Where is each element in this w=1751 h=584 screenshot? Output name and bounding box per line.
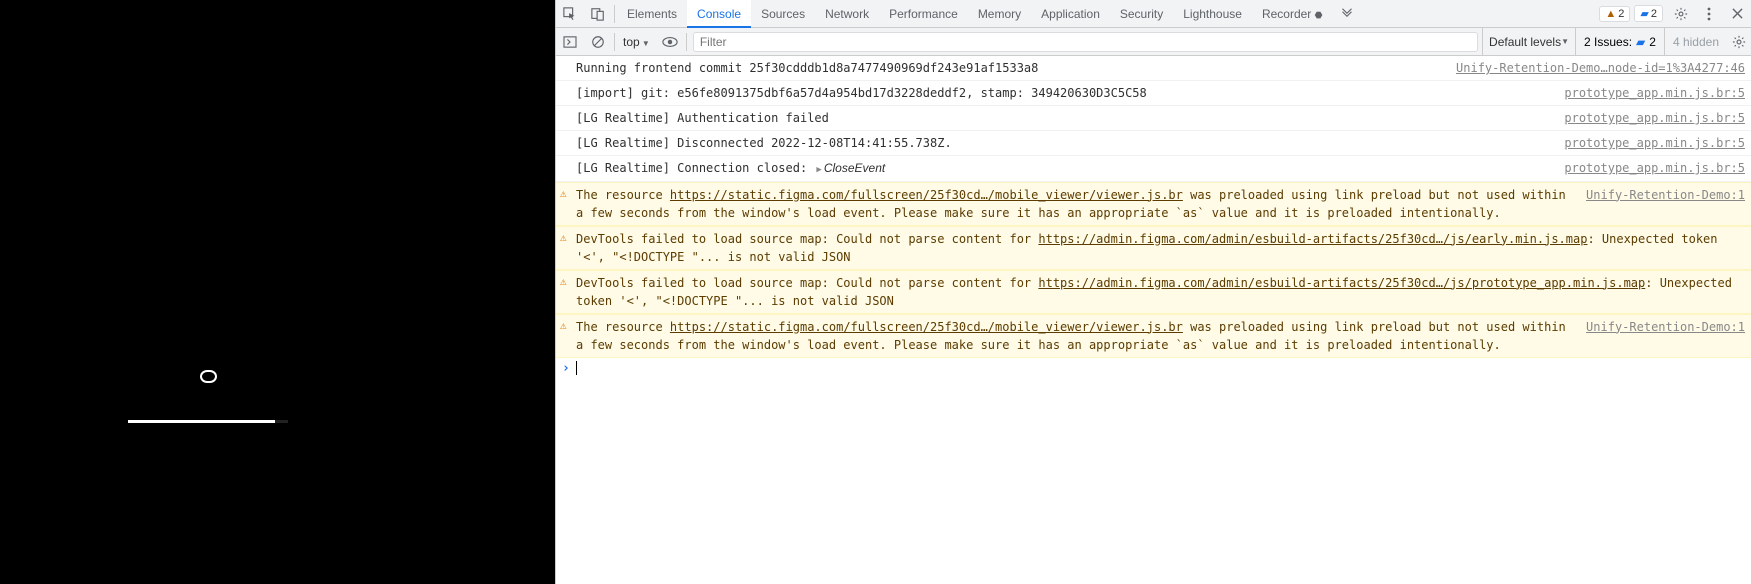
log-message: [import] git: e56fe8091375dbf6a57d4a954b… [576,84,1564,102]
close-event-object[interactable]: CloseEvent [824,161,885,175]
log-message: DevTools failed to load source map: Coul… [576,230,1745,266]
tab-sources[interactable]: Sources [751,0,815,28]
text-cursor [576,361,577,375]
settings-gear-icon[interactable] [1667,0,1695,28]
log-message: DevTools failed to load source map: Coul… [576,274,1745,310]
tab-network[interactable]: Network [815,0,879,28]
tab-memory[interactable]: Memory [968,0,1031,28]
filter-input[interactable] [693,32,1478,52]
live-expression-icon[interactable] [656,28,684,56]
tab-performance[interactable]: Performance [879,0,968,28]
console-prompt[interactable] [556,358,1751,379]
inspect-element-icon[interactable] [556,0,584,28]
info-badge[interactable]: ▰ 2 [1634,5,1663,22]
log-message: [LG Realtime] Authentication failed [576,109,1564,127]
log-link[interactable]: https://admin.figma.com/admin/esbuild-ar… [1038,232,1587,246]
expand-triangle-icon[interactable]: ▶ [816,165,821,175]
kebab-menu-icon[interactable] [1695,0,1723,28]
log-message: [LG Realtime] Disconnected 2022-12-08T14… [576,134,1564,152]
log-source-link[interactable]: Unify-Retention-Demo:1 [1586,318,1745,354]
log-source-link[interactable]: Unify-Retention-Demo:1 [1586,186,1745,222]
loading-progress-fill [128,420,275,423]
log-message: The resource https://static.figma.com/fu… [576,318,1586,354]
log-link[interactable]: https://admin.figma.com/admin/esbuild-ar… [1038,276,1645,290]
divider [614,5,615,23]
device-toolbar-icon[interactable] [584,0,612,28]
tab-lighthouse[interactable]: Lighthouse [1173,0,1252,28]
more-tabs-icon[interactable] [1333,0,1361,28]
warnings-count: 2 [1618,8,1624,20]
info-icon: ▰ [1640,7,1648,20]
log-text: DevTools failed to load source map: Coul… [576,232,1038,246]
issues-icon: ▰ [1636,35,1645,49]
log-row: [LG Realtime] Authentication failed prot… [556,106,1751,131]
close-devtools-icon[interactable] [1723,0,1751,28]
log-text: DevTools failed to load source map: Coul… [576,276,1038,290]
divider [614,33,615,51]
log-source-link[interactable]: prototype_app.min.js.br:5 [1564,134,1745,152]
log-row-warning: DevTools failed to load source map: Coul… [556,270,1751,314]
log-source-link[interactable]: Unify-Retention-Demo…node-id=1%3A4277:46 [1456,59,1745,77]
log-text: The resource [576,320,670,334]
log-row: Running frontend commit 25f30cdddb1d8a74… [556,56,1751,81]
log-source-link[interactable]: prototype_app.min.js.br:5 [1564,109,1745,127]
log-source-link[interactable]: prototype_app.min.js.br:5 [1564,84,1745,102]
log-row: [import] git: e56fe8091375dbf6a57d4a954b… [556,81,1751,106]
log-message: The resource https://static.figma.com/fu… [576,186,1586,222]
loading-spinner-icon [200,370,217,383]
divider [686,33,687,51]
app-preview-pane [0,0,555,584]
sidebar-toggle-icon[interactable] [556,28,584,56]
warnings-badge[interactable]: ▲ 2 [1599,6,1630,22]
log-message: [LG Realtime] Connection closed: ▶CloseE… [576,159,1564,178]
console-log-area: Running frontend commit 25f30cdddb1d8a74… [556,56,1751,584]
tab-application[interactable]: Application [1031,0,1110,28]
console-toolbar: top Default levels 2 Issues: ▰ 2 4 hidde… [556,28,1751,56]
warning-icon: ▲ [1605,8,1616,20]
recorder-preview-icon: ⬣ [1315,10,1323,20]
clear-console-icon[interactable] [584,28,612,56]
devtools-panel: Elements Console Sources Network Perform… [555,0,1751,584]
issues-label: 2 Issues: [1584,35,1632,49]
loading-progress-bar [128,420,288,423]
tab-recorder[interactable]: Recorder ⬣ [1252,0,1333,28]
log-row-warning: DevTools failed to load source map: Coul… [556,226,1751,270]
hidden-messages[interactable]: 4 hidden [1664,28,1727,56]
tab-security[interactable]: Security [1110,0,1173,28]
log-message: Running frontend commit 25f30cdddb1d8a74… [576,59,1456,77]
log-link[interactable]: https://static.figma.com/fullscreen/25f3… [670,320,1183,334]
log-levels-selector[interactable]: Default levels [1482,28,1575,56]
tab-console[interactable]: Console [687,0,751,28]
log-row: [LG Realtime] Connection closed: ▶CloseE… [556,156,1751,182]
log-source-link[interactable]: prototype_app.min.js.br:5 [1564,159,1745,178]
console-settings-icon[interactable] [1727,35,1751,49]
context-selector[interactable]: top [617,32,656,52]
log-text: [LG Realtime] Connection closed: [576,161,814,175]
issues-count: 2 [1649,35,1656,49]
devtools-tabs: Elements Console Sources Network Perform… [556,0,1751,28]
log-row-warning: The resource https://static.figma.com/fu… [556,314,1751,358]
log-link[interactable]: https://static.figma.com/fullscreen/25f3… [670,188,1183,202]
tab-elements[interactable]: Elements [617,0,687,28]
log-row-warning: The resource https://static.figma.com/fu… [556,182,1751,226]
info-count: 2 [1651,8,1657,20]
log-row: [LG Realtime] Disconnected 2022-12-08T14… [556,131,1751,156]
issues-button[interactable]: 2 Issues: ▰ 2 [1575,28,1664,56]
log-text: The resource [576,188,670,202]
